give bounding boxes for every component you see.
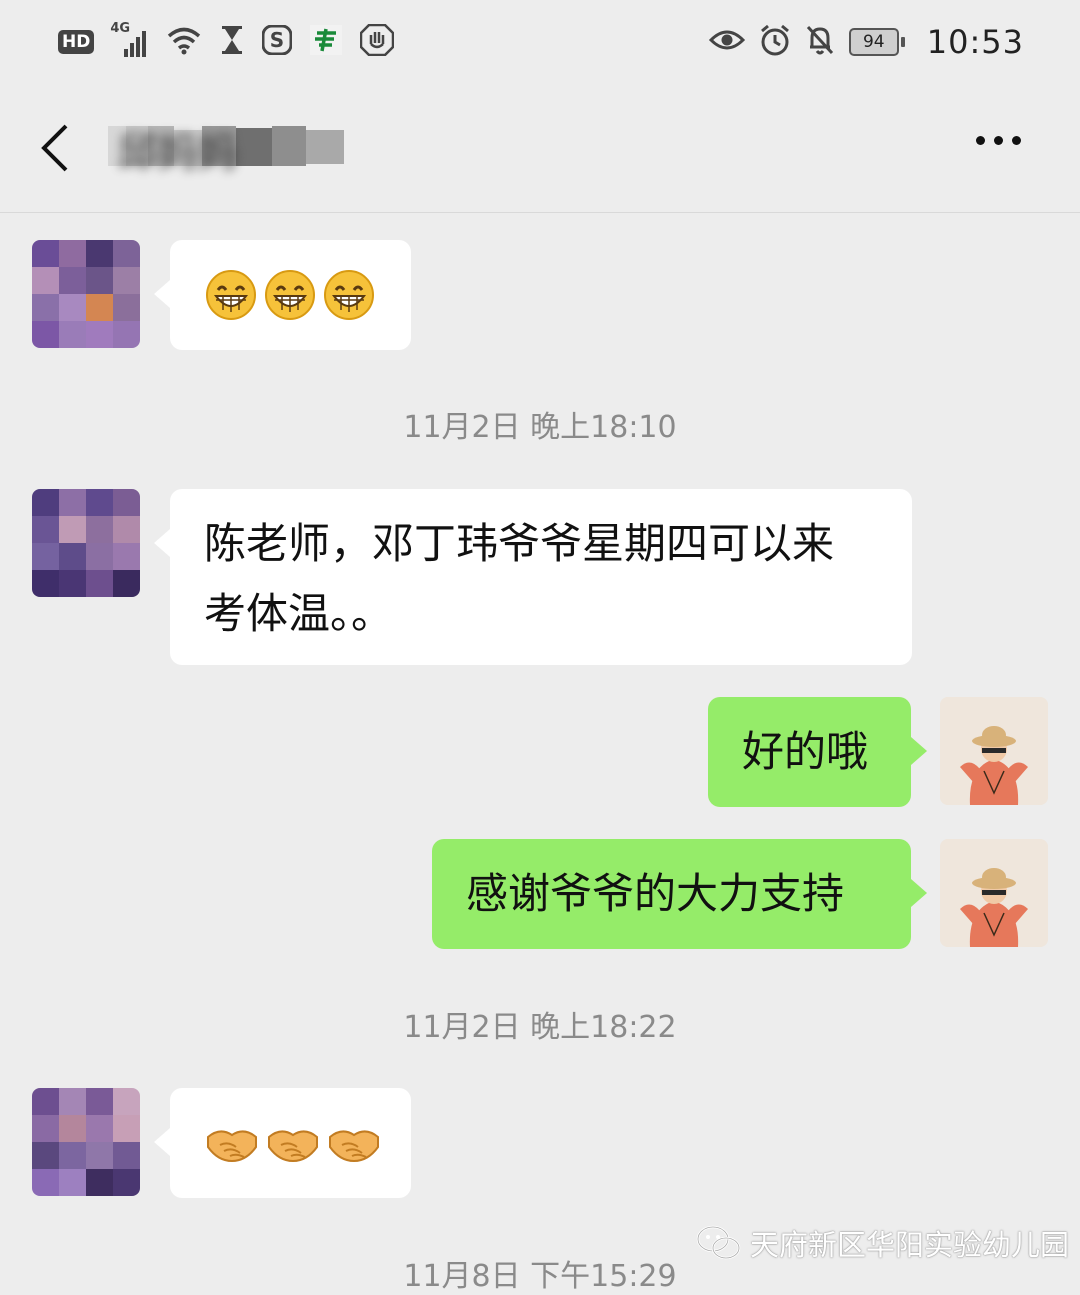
emoji-row: [170, 240, 411, 350]
hourglass-icon: [220, 25, 244, 59]
message-text: 陈老师，邓丁玮爷爷星期四可以来 考体温。。: [204, 509, 894, 649]
message-bubble-incoming[interactable]: [154, 240, 411, 350]
message-bubble-incoming[interactable]: 陈老师，邓丁玮爷爷星期四可以来 考体温。。: [154, 489, 912, 665]
network-label: 4G: [110, 21, 131, 36]
status-left: HD 4G S: [58, 21, 395, 62]
status-right: 94 10:53: [708, 22, 1024, 62]
chat-title: 邱妈妈: [118, 130, 238, 176]
signal-icon: 4G: [110, 21, 148, 57]
more-dots-icon[interactable]: [976, 136, 1021, 145]
my-avatar[interactable]: [940, 839, 1048, 947]
grin-emoji-icon: [265, 270, 315, 320]
message-line: 陈老师，邓丁玮爷爷星期四可以来: [204, 519, 835, 568]
avatar-pixelated: [32, 1088, 140, 1196]
grin-emoji-icon: [206, 270, 256, 320]
watermark: 天府新区华阳实验幼儿园: [696, 1222, 1069, 1264]
message-line: 考体温。。: [204, 589, 394, 638]
chat-header: 邱妈妈: [0, 84, 1080, 213]
bell-muted-icon: [805, 24, 835, 60]
alarm-icon: [759, 24, 791, 60]
my-avatar[interactable]: [940, 697, 1048, 805]
message-bubble-outgoing[interactable]: 感谢爷爷的大力支持: [432, 839, 927, 949]
avatar-pixelated: [32, 489, 140, 597]
battery-icon: 94: [848, 28, 905, 56]
emoji-row: [170, 1088, 411, 1198]
wifi-icon: [166, 25, 202, 59]
message-text: 感谢爷爷的大力支持: [466, 869, 845, 918]
message-bubble-incoming[interactable]: [154, 1088, 411, 1198]
handshake-emoji-icon: [207, 1130, 257, 1163]
handshake-emoji-icon: [329, 1130, 379, 1163]
avatar[interactable]: [32, 240, 140, 348]
person-photo-icon: [940, 697, 1048, 805]
wechat-icon: [696, 1225, 741, 1260]
bank-app-icon: [310, 25, 343, 59]
hand-icon: [360, 23, 395, 60]
status-bar: HD 4G S 94 10:53: [0, 0, 1080, 84]
watermark-text: 天府新区华阳实验幼儿园: [750, 1228, 1070, 1262]
svg-text:S: S: [270, 28, 284, 52]
s-app-icon: S: [261, 24, 293, 59]
message-bubble-outgoing[interactable]: 好的哦: [708, 697, 927, 807]
message-text: 好的哦: [742, 727, 869, 776]
eye-icon: [708, 27, 745, 57]
hd-icon: HD: [58, 30, 95, 54]
timestamp: 11月2日 晚上18:10: [403, 410, 677, 445]
clock: 10:53: [926, 23, 1024, 61]
grin-emoji-icon: [324, 270, 374, 320]
avatar[interactable]: [32, 1088, 140, 1196]
person-photo-icon: [940, 839, 1048, 947]
handshake-emoji-icon: [268, 1130, 318, 1163]
chevron-left-icon[interactable]: [36, 122, 76, 174]
timestamp: 11月2日 晚上18:22: [403, 1010, 677, 1045]
avatar[interactable]: [32, 489, 140, 597]
avatar-pixelated: [32, 240, 140, 348]
battery-level: 94: [848, 28, 899, 56]
